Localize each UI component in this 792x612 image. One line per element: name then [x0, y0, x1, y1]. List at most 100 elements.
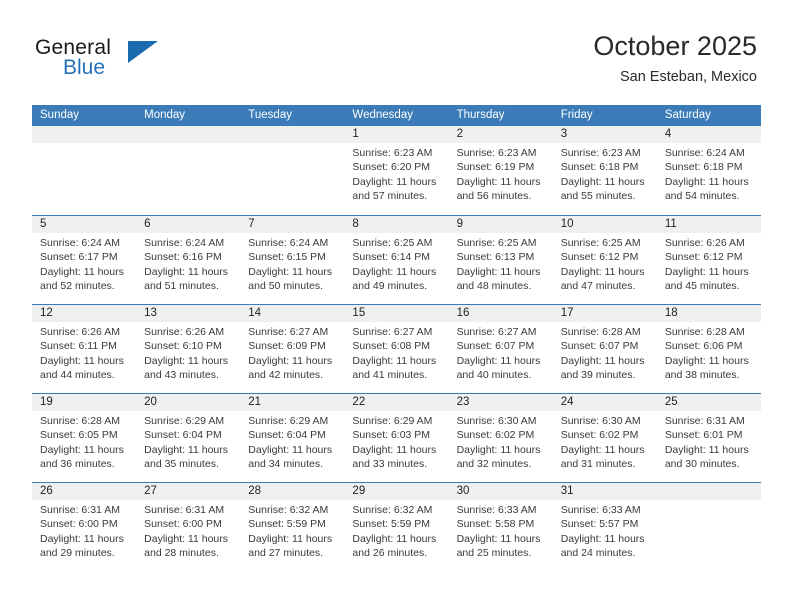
calendar-day-cell[interactable]: 26 Sunrise: 6:31 AM Sunset: 6:00 PM Dayligh…: [32, 483, 137, 571]
calendar-day-cell[interactable]: 3 Sunrise: 6:23 AM Sunset: 6:18 PM Daylight…: [552, 126, 657, 215]
daylight-text: Daylight: 11 hours and 44 minutes.: [40, 354, 124, 381]
sunrise-text: Sunrise: 6:32 AM: [352, 504, 433, 516]
calendar-day-cell[interactable]: 4 Sunrise: 6:24 AM Sunset: 6:18 PM Daylight…: [656, 126, 761, 215]
sunset-text: Sunset: 6:08 PM: [352, 340, 431, 353]
calendar-day-cell[interactable]: 14 Sunrise: 6:27 AM Sunset: 6:09 PM Dayligh…: [240, 305, 345, 393]
daylight-text: Daylight: 11 hours and 28 minutes.: [144, 532, 228, 559]
title-block: October 2025 San Esteban, Mexico: [593, 30, 757, 88]
day-number: 28: [240, 483, 345, 500]
day-number: 31: [552, 483, 657, 500]
calendar-day-cell[interactable]: 13 Sunrise: 6:26 AM Sunset: 6:10 PM Dayligh…: [136, 305, 241, 393]
daylight-text: Daylight: 11 hours and 40 minutes.: [456, 354, 541, 381]
calendar-week-row: 5 Sunrise: 6:24 AM Sunset: 6:17 PM Daylight…: [32, 215, 761, 304]
day-number: 14: [240, 305, 345, 322]
calendar-day-cell[interactable]: 25 Sunrise: 6:31 AM Sunset: 6:01 PM Dayligh…: [656, 394, 761, 482]
day-details: Sunrise: 6:33 AM Sunset: 5:58 PM Daylight:…: [449, 500, 553, 560]
calendar-day-cell-empty: [136, 126, 241, 215]
logo-text-blue: Blue: [63, 56, 106, 79]
sunset-text: Sunset: 5:58 PM: [456, 518, 535, 531]
calendar-day-cell[interactable]: 1 Sunrise: 6:23 AM Sunset: 6:20 PM Daylight…: [344, 126, 449, 215]
sunrise-text: Sunrise: 6:31 AM: [40, 504, 120, 516]
day-details: Sunrise: 6:29 AM Sunset: 6:03 PM Daylight:…: [344, 411, 448, 471]
sunrise-text: Sunrise: 6:25 AM: [456, 237, 537, 249]
day-number: 3: [552, 126, 657, 143]
sunrise-text: Sunrise: 6:31 AM: [664, 415, 745, 427]
day-details: Sunrise: 6:26 AM Sunset: 6:10 PM Daylight:…: [136, 322, 240, 382]
sunrise-text: Sunrise: 6:23 AM: [456, 147, 537, 159]
sunset-text: Sunset: 5:57 PM: [560, 518, 639, 531]
calendar-grid: Sunday Monday Tuesday Wednesday Thursday…: [32, 105, 761, 571]
day-number: 18: [656, 305, 761, 322]
day-details: Sunrise: 6:23 AM Sunset: 6:20 PM Daylight:…: [344, 143, 448, 203]
calendar-day-cell[interactable]: 12 Sunrise: 6:26 AM Sunset: 6:11 PM Dayligh…: [32, 305, 137, 393]
weekday-header-monday: Monday: [144, 109, 186, 121]
calendar-day-cell[interactable]: 9 Sunrise: 6:25 AM Sunset: 6:13 PM Daylight…: [448, 216, 553, 304]
calendar-day-cell[interactable]: 28 Sunrise: 6:32 AM Sunset: 5:59 PM Dayligh…: [240, 483, 345, 571]
daylight-text: Daylight: 11 hours and 38 minutes.: [664, 354, 749, 381]
weekday-header-wednesday: Wednesday: [352, 109, 413, 121]
daylight-text: Daylight: 11 hours and 30 minutes.: [664, 443, 749, 470]
daylight-text: Daylight: 11 hours and 54 minutes.: [664, 175, 749, 202]
sunset-text: Sunset: 6:00 PM: [144, 518, 222, 531]
sunrise-text: Sunrise: 6:23 AM: [352, 147, 433, 159]
calendar-week-row: 19 Sunrise: 6:28 AM Sunset: 6:05 PM Dayligh…: [32, 393, 761, 482]
sunset-text: Sunset: 6:12 PM: [664, 251, 743, 264]
day-details: Sunrise: 6:27 AM Sunset: 6:08 PM Daylight:…: [344, 322, 448, 382]
calendar-day-cell[interactable]: 8 Sunrise: 6:25 AM Sunset: 6:14 PM Daylight…: [344, 216, 449, 304]
sunset-text: Sunset: 6:13 PM: [456, 251, 535, 264]
calendar-day-cell[interactable]: 20 Sunrise: 6:29 AM Sunset: 6:04 PM Dayligh…: [136, 394, 241, 482]
calendar-day-cell[interactable]: 17 Sunrise: 6:28 AM Sunset: 6:07 PM Dayligh…: [552, 305, 657, 393]
calendar-day-cell[interactable]: 29 Sunrise: 6:32 AM Sunset: 5:59 PM Dayligh…: [344, 483, 449, 571]
page-subtitle: San Esteban, Mexico: [619, 69, 757, 85]
calendar-weeks: 1 Sunrise: 6:23 AM Sunset: 6:20 PM Daylight…: [32, 126, 761, 571]
day-details: Sunrise: 6:29 AM Sunset: 6:04 PM Daylight:…: [240, 411, 344, 471]
day-details: Sunrise: 6:31 AM Sunset: 6:00 PM Daylight:…: [136, 500, 240, 560]
daylight-text: Daylight: 11 hours and 43 minutes.: [144, 354, 228, 381]
day-number: 30: [448, 483, 553, 500]
calendar-day-cell[interactable]: 5 Sunrise: 6:24 AM Sunset: 6:17 PM Daylight…: [32, 216, 137, 304]
sunrise-text: Sunrise: 6:30 AM: [456, 415, 537, 427]
calendar-day-cell[interactable]: 23 Sunrise: 6:30 AM Sunset: 6:02 PM Dayligh…: [448, 394, 553, 482]
calendar-day-cell[interactable]: 30 Sunrise: 6:33 AM Sunset: 5:58 PM Dayligh…: [448, 483, 553, 571]
calendar-week-row: 26 Sunrise: 6:31 AM Sunset: 6:00 PM Dayligh…: [32, 482, 761, 571]
sunrise-text: Sunrise: 6:31 AM: [144, 504, 225, 516]
calendar-day-cell[interactable]: 6 Sunrise: 6:24 AM Sunset: 6:16 PM Daylight…: [136, 216, 241, 304]
day-details: Sunrise: 6:24 AM Sunset: 6:18 PM Daylight:…: [657, 143, 761, 203]
sunrise-text: Sunrise: 6:24 AM: [248, 237, 329, 249]
calendar-day-cell[interactable]: 7 Sunrise: 6:24 AM Sunset: 6:15 PM Daylight…: [240, 216, 345, 304]
sunset-text: Sunset: 6:09 PM: [248, 340, 326, 353]
calendar-day-cell[interactable]: 15 Sunrise: 6:27 AM Sunset: 6:08 PM Dayligh…: [344, 305, 449, 393]
sunset-text: Sunset: 6:16 PM: [144, 251, 222, 264]
general-blue-logo[interactable]: General Blue: [35, 36, 235, 92]
day-details: Sunrise: 6:23 AM Sunset: 6:18 PM Daylight:…: [553, 143, 657, 203]
day-number: 20: [136, 394, 241, 411]
daylight-text: Daylight: 11 hours and 47 minutes.: [560, 265, 645, 292]
calendar-day-cell[interactable]: 27 Sunrise: 6:31 AM Sunset: 6:00 PM Dayligh…: [136, 483, 241, 571]
calendar-day-cell[interactable]: 16 Sunrise: 6:27 AM Sunset: 6:07 PM Dayligh…: [448, 305, 553, 393]
sunset-text: Sunset: 6:00 PM: [40, 518, 118, 531]
calendar-day-cell[interactable]: 21 Sunrise: 6:29 AM Sunset: 6:04 PM Dayligh…: [240, 394, 345, 482]
calendar-day-cell[interactable]: 11 Sunrise: 6:26 AM Sunset: 6:12 PM Dayligh…: [656, 216, 761, 304]
sunrise-text: Sunrise: 6:33 AM: [456, 504, 537, 516]
sunset-text: Sunset: 6:15 PM: [248, 251, 326, 264]
calendar-day-cell[interactable]: 18 Sunrise: 6:28 AM Sunset: 6:06 PM Dayligh…: [656, 305, 761, 393]
daylight-text: Daylight: 11 hours and 27 minutes.: [248, 532, 333, 559]
calendar-day-cell-empty: [32, 126, 137, 215]
sunset-text: Sunset: 6:18 PM: [664, 161, 743, 174]
calendar-day-cell[interactable]: 10 Sunrise: 6:25 AM Sunset: 6:12 PM Dayligh…: [552, 216, 657, 304]
calendar-day-cell[interactable]: 31 Sunrise: 6:33 AM Sunset: 5:57 PM Dayligh…: [552, 483, 657, 571]
sunrise-text: Sunrise: 6:28 AM: [40, 415, 120, 427]
day-number: 26: [32, 483, 137, 500]
calendar-day-cell[interactable]: 24 Sunrise: 6:30 AM Sunset: 6:02 PM Dayligh…: [552, 394, 657, 482]
sunset-text: Sunset: 6:17 PM: [40, 251, 118, 264]
calendar-day-cell[interactable]: 2 Sunrise: 6:23 AM Sunset: 6:19 PM Daylight…: [448, 126, 553, 215]
daylight-text: Daylight: 11 hours and 32 minutes.: [456, 443, 541, 470]
day-number: 4: [656, 126, 761, 143]
calendar-day-cell[interactable]: 22 Sunrise: 6:29 AM Sunset: 6:03 PM Dayligh…: [344, 394, 449, 482]
calendar-day-cell[interactable]: 19 Sunrise: 6:28 AM Sunset: 6:05 PM Dayligh…: [32, 394, 137, 482]
day-details: Sunrise: 6:25 AM Sunset: 6:12 PM Daylight:…: [553, 233, 657, 293]
day-details: Sunrise: 6:31 AM Sunset: 6:00 PM Daylight:…: [32, 500, 136, 560]
day-number: 6: [136, 216, 241, 233]
day-details: Sunrise: 6:30 AM Sunset: 6:02 PM Daylight:…: [553, 411, 657, 471]
daylight-text: Daylight: 11 hours and 39 minutes.: [560, 354, 645, 381]
